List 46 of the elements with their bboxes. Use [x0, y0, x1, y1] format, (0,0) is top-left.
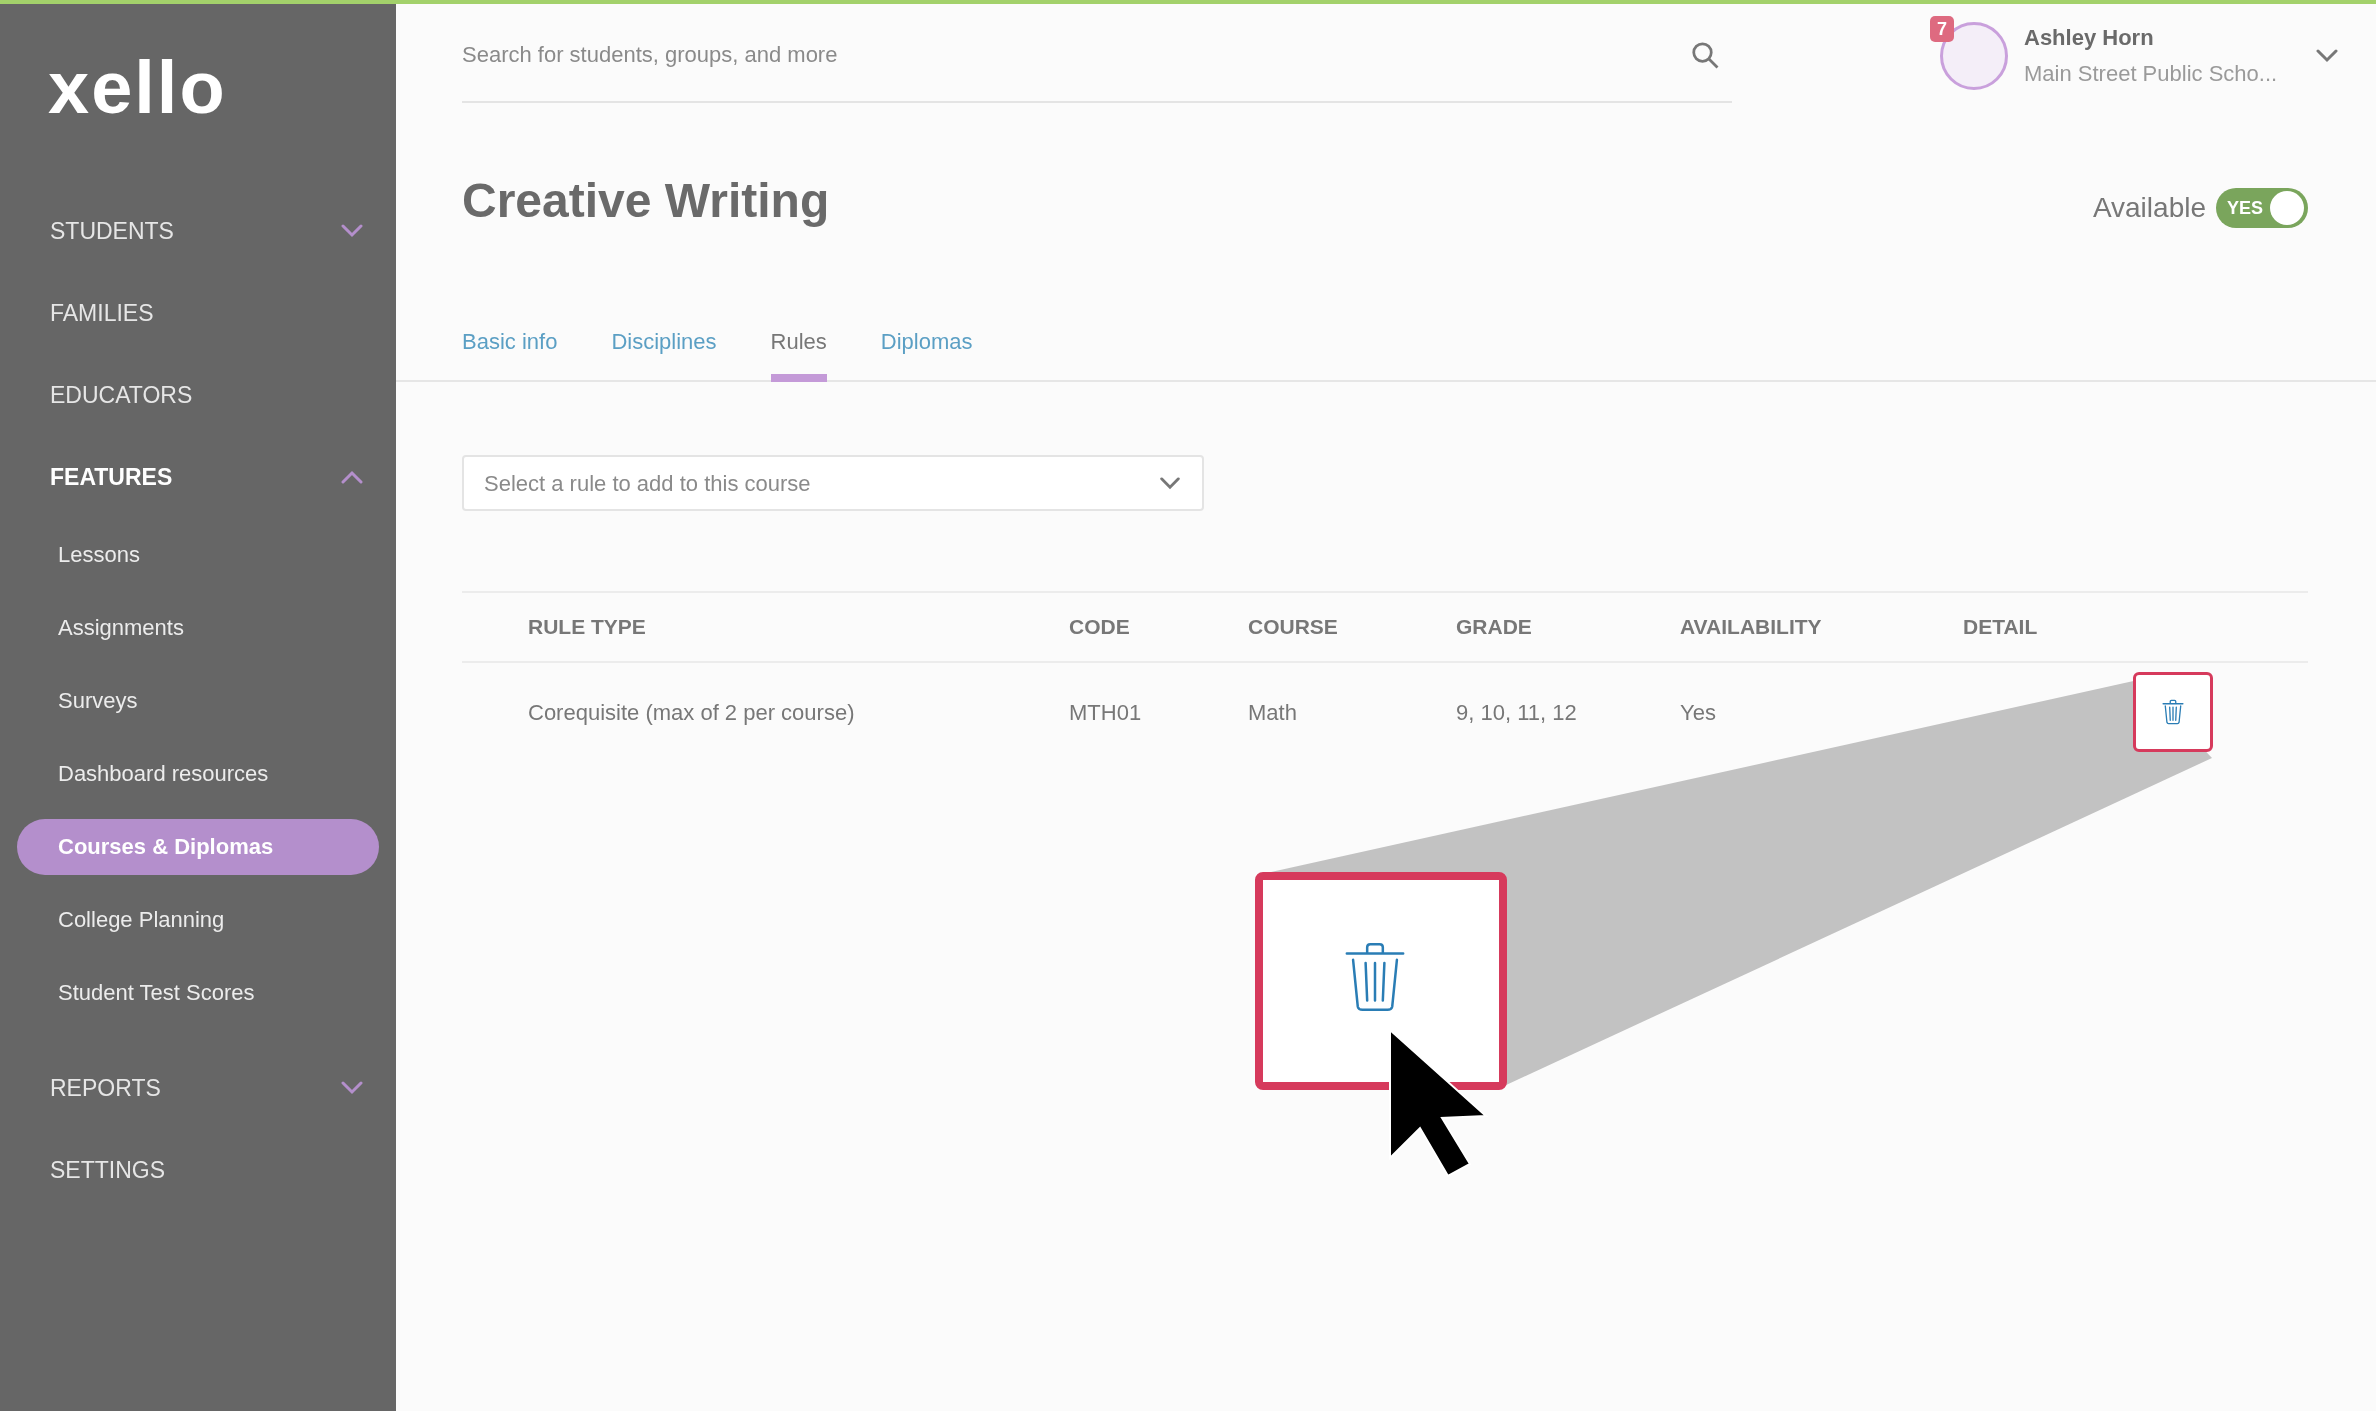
tab[interactable]: Diplomas — [880, 317, 973, 382]
table-cell-text: Math — [1248, 698, 1298, 727]
column-header: AVAILABILITY — [1680, 614, 1823, 641]
page-title: Creative Writing — [462, 173, 830, 229]
sidebar-nav-item[interactable]: STUDENTS — [0, 190, 396, 272]
sidebar-nav-item[interactable]: EDUCATORS — [0, 354, 396, 436]
sidebar-nav-item[interactable]: REPORTS — [0, 1047, 396, 1129]
table-cell-text: Corequisite (max of 2 per course) — [528, 698, 856, 727]
notification-badge: 7 — [1930, 16, 1954, 42]
tab[interactable]: Disciplines — [611, 317, 717, 382]
sidebar-subitem[interactable]: Surveys — [17, 672, 379, 729]
column-header: COURSE — [1248, 614, 1339, 641]
chevron-up-icon — [340, 470, 364, 484]
column-header: DETAIL — [1963, 614, 2039, 641]
rule-select-dropdown[interactable]: Select a rule to add to this course — [462, 455, 1204, 511]
chevron-down-icon — [340, 224, 364, 238]
chevron-down-icon — [340, 1081, 364, 1095]
search-field[interactable]: Search for students, groups, and more — [462, 8, 1732, 103]
trash-icon — [1343, 941, 1407, 1013]
table-cell-text: Yes — [1680, 698, 1717, 727]
sidebar-subitem[interactable]: Dashboard resources — [17, 745, 379, 802]
sidebar-subitem[interactable]: College Planning — [17, 891, 379, 948]
sidebar-nav-item[interactable]: FEATURES — [0, 436, 396, 518]
logo: xello — [48, 48, 227, 128]
availability-toggle[interactable]: YES — [2216, 188, 2308, 228]
sidebar-nav-item[interactable]: SETTINGS — [0, 1129, 396, 1211]
chevron-down-icon — [1158, 476, 1182, 490]
sidebar-subitem[interactable]: Courses & Diplomas — [17, 818, 379, 875]
tab[interactable]: Basic info — [462, 317, 558, 382]
trash-icon — [2162, 699, 2184, 725]
user-name: Ashley Horn — [2024, 24, 2155, 52]
tab[interactable]: Rules — [770, 317, 827, 382]
school-name: Main Street Public Scho... — [2024, 60, 2279, 88]
column-header: GRADE — [1456, 614, 1533, 641]
table-cell-text: 9, 10, 11, 12 — [1456, 698, 1578, 727]
column-header: CODE — [1069, 614, 1131, 641]
sidebar-subitem[interactable]: Student Test Scores — [17, 964, 379, 1021]
column-header: RULE TYPE — [528, 614, 647, 641]
sidebar-subitem[interactable]: Assignments — [17, 599, 379, 656]
delete-button[interactable] — [2133, 672, 2213, 752]
sidebar-nav-item[interactable]: FAMILIES — [0, 272, 396, 354]
sidebar-subitem[interactable]: Lessons — [17, 526, 379, 583]
search-icon[interactable] — [1690, 39, 1720, 70]
chevron-down-icon — [2314, 49, 2340, 63]
table-cell-text: MTH01 — [1069, 698, 1143, 727]
available-label: Available — [2092, 191, 2206, 225]
